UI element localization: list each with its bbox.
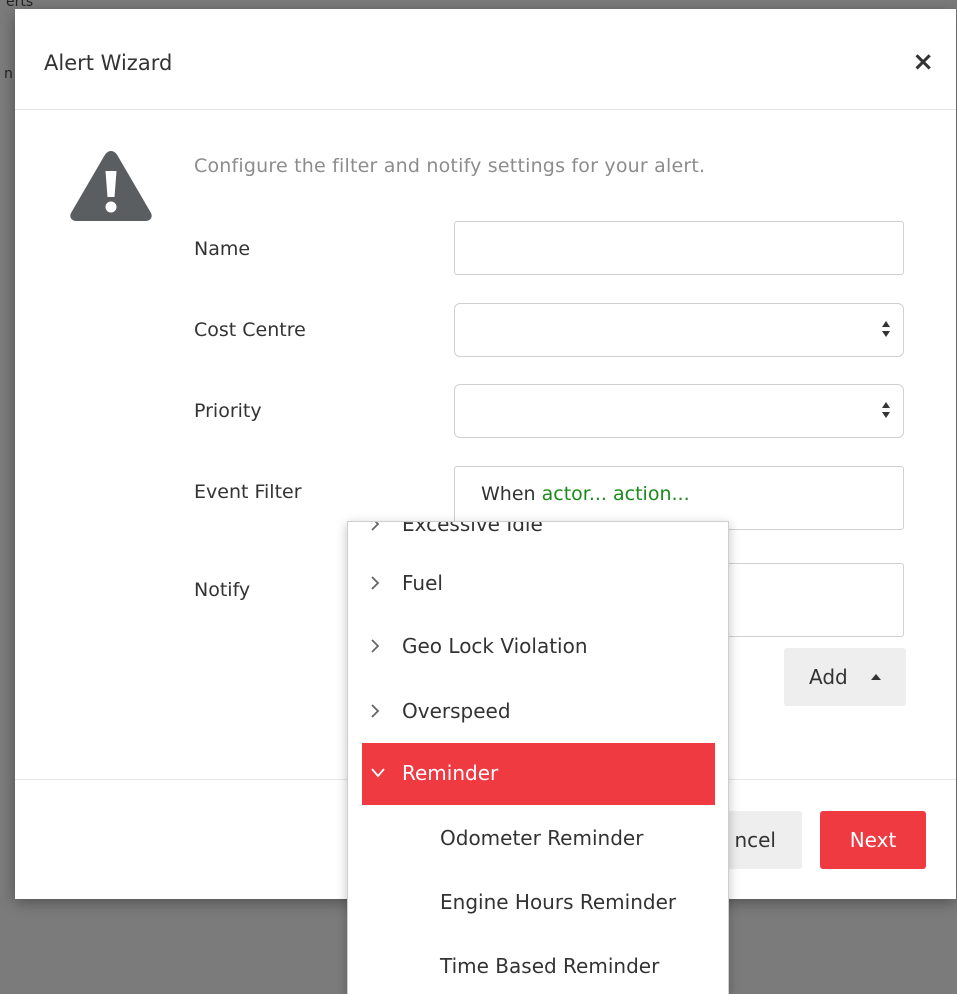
name-label: Name: [194, 238, 251, 260]
chevron-down-icon: [371, 768, 385, 778]
chevron-right-icon: [371, 704, 380, 718]
priority-label: Priority: [194, 400, 262, 422]
select-arrows-icon: [882, 402, 890, 418]
name-input[interactable]: [454, 221, 904, 275]
dropdown-item-label: Fuel: [402, 571, 443, 595]
chevron-right-icon: [371, 522, 380, 531]
modal-header: Alert Wizard ×: [15, 9, 956, 110]
dropdown-subitem-time-based-reminder[interactable]: Time Based Reminder: [348, 936, 728, 994]
dropdown-item-geo-lock-violation[interactable]: Geo Lock Violation: [348, 616, 728, 678]
notify-label: Notify: [194, 579, 251, 601]
priority-select[interactable]: [454, 384, 904, 438]
caret-up-icon: [871, 674, 881, 680]
event-filter-text: When actor... action...: [481, 483, 690, 505]
actor-link[interactable]: actor...: [542, 483, 607, 505]
add-button-label: Add: [809, 665, 848, 689]
event-type-dropdown[interactable]: Excessive Idle Fuel Geo Lock Violation O…: [347, 521, 729, 994]
dropdown-item-label: Geo Lock Violation: [402, 634, 588, 658]
dropdown-item-excessive-idle[interactable]: Excessive Idle: [348, 521, 728, 556]
warning-triangle-icon: [70, 151, 152, 221]
action-link[interactable]: action...: [613, 483, 690, 505]
background-side-fragment: n: [4, 66, 13, 82]
cost-centre-select[interactable]: [454, 303, 904, 357]
dropdown-item-label: Excessive Idle: [402, 521, 543, 536]
event-filter-prefix: When: [481, 483, 536, 505]
cost-centre-label: Cost Centre: [194, 319, 306, 341]
event-filter-label: Event Filter: [194, 481, 302, 503]
dropdown-subitem-engine-hours-reminder[interactable]: Engine Hours Reminder: [348, 872, 728, 934]
dropdown-item-overspeed[interactable]: Overspeed: [348, 681, 728, 743]
chevron-right-icon: [371, 576, 380, 590]
dropdown-item-reminder[interactable]: Reminder: [362, 743, 715, 805]
dropdown-item-fuel[interactable]: Fuel: [348, 553, 728, 615]
chevron-right-icon: [371, 639, 380, 653]
intro-text: Configure the filter and notify settings…: [194, 155, 706, 177]
dropdown-subitem-odometer-reminder[interactable]: Odometer Reminder: [348, 808, 728, 870]
dropdown-subitem-label: Odometer Reminder: [440, 826, 644, 850]
select-arrows-icon: [882, 321, 890, 337]
dropdown-subitem-label: Engine Hours Reminder: [440, 890, 677, 914]
next-button[interactable]: Next: [820, 811, 926, 869]
dropdown-item-label: Reminder: [402, 761, 499, 785]
dropdown-item-label: Overspeed: [402, 699, 511, 723]
close-button[interactable]: ×: [912, 47, 934, 77]
add-button[interactable]: Add: [784, 648, 906, 706]
dropdown-subitem-label: Time Based Reminder: [440, 954, 660, 978]
cancel-button-label: ncel: [734, 828, 776, 852]
modal-title: Alert Wizard: [44, 51, 173, 75]
